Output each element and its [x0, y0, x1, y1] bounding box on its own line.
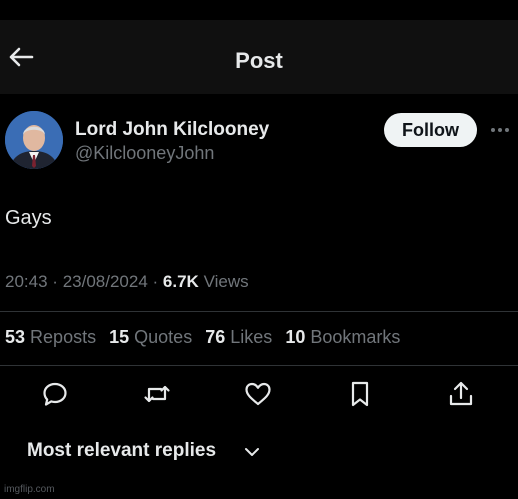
divider	[0, 365, 518, 366]
share-button[interactable]	[446, 379, 476, 409]
more-horizontal-icon	[491, 128, 509, 132]
avatar-image	[5, 111, 63, 169]
avatar[interactable]	[5, 111, 63, 169]
divider	[0, 311, 518, 312]
likes-stat[interactable]: 76 Likes	[205, 327, 272, 347]
repost-button[interactable]	[142, 379, 172, 409]
meta-separator: ·	[52, 272, 58, 291]
meta-separator: ·	[152, 272, 159, 291]
quotes-stat[interactable]: 15 Quotes	[109, 327, 192, 347]
follow-button[interactable]: Follow	[384, 113, 477, 147]
reposts-stat[interactable]: 53 Reposts	[5, 327, 96, 347]
views-label: Views	[203, 272, 249, 291]
watermark: imgflip.com	[4, 484, 55, 495]
reply-icon	[43, 382, 67, 406]
post-time: 20:43	[5, 272, 48, 291]
replies-sort-label: Most relevant replies	[27, 440, 217, 461]
views-count: 6.7K	[162, 272, 199, 291]
repost-icon	[144, 385, 170, 403]
post-meta: 20:43 · 23/08/2024 · 6.7K Views	[5, 272, 249, 292]
bookmark-button[interactable]	[345, 379, 375, 409]
post-text: Gays	[5, 207, 52, 229]
bookmarks-stat[interactable]: 10 Bookmarks	[285, 327, 400, 347]
like-button[interactable]	[243, 379, 273, 409]
page-title: Post	[235, 48, 283, 73]
post-date: 23/08/2024	[62, 272, 148, 291]
reply-button[interactable]	[40, 379, 70, 409]
like-icon	[245, 382, 271, 406]
more-options-button[interactable]	[488, 118, 512, 142]
author-handle[interactable]: @KilclooneyJohn	[75, 143, 214, 164]
engagement-stats: 53 Reposts 15 Quotes 76 Likes 10 Bookmar…	[5, 327, 408, 348]
author-name[interactable]: Lord John Kilclooney	[75, 119, 269, 141]
replies-sort-dropdown[interactable]: Most relevant replies	[27, 440, 259, 464]
bookmark-icon	[351, 381, 369, 407]
share-icon	[449, 381, 473, 406]
top-bar: Post	[0, 20, 518, 94]
chevron-down-icon	[245, 448, 259, 456]
